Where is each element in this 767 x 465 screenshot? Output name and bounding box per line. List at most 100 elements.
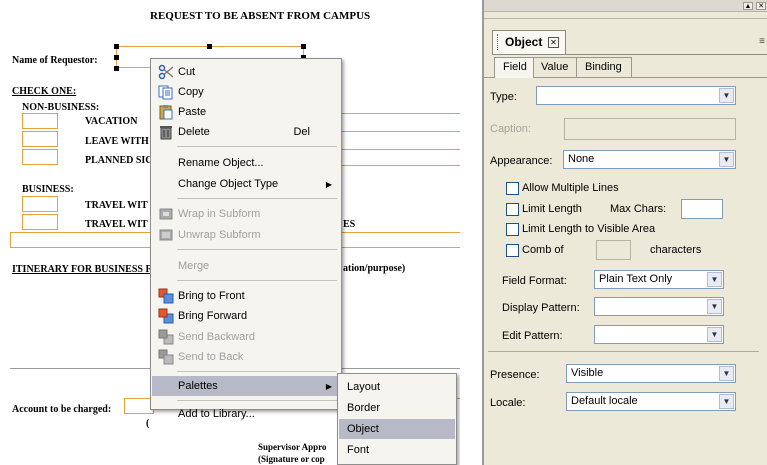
travel-label-1: TRAVEL WIT [85,200,148,211]
allow-multiple-lines-checkbox[interactable] [506,182,519,195]
selection-handle[interactable] [114,44,119,49]
dropdown-arrow-icon[interactable]: ▼ [719,88,734,103]
limit-visible-checkbox[interactable] [506,223,519,236]
menu-item-cut[interactable]: Cut [152,62,340,82]
menu-label: Layout [347,381,381,393]
display-pattern-select[interactable]: ▼ [594,297,724,316]
menu-label: Delete [178,126,210,138]
menu-separator [177,280,337,281]
send-back-icon [158,349,174,365]
send-backward-icon [158,329,174,345]
close-tab-icon[interactable]: ✕ [548,37,559,48]
menu-label: Font [347,444,370,456]
leave-label: LEAVE WITH [85,136,149,147]
dropdown-arrow-icon[interactable]: ▼ [707,272,722,287]
menu-item-bring-forward[interactable]: Bring Forward [152,306,340,326]
limit-visible-label: Limit Length to Visible Area [522,223,656,235]
account-note: ( [146,418,150,429]
account-label: Account to be charged: [12,404,112,415]
field-line [342,113,460,114]
selection-handle[interactable] [301,44,306,49]
vacation-label: VACATION [85,116,138,127]
presence-select[interactable]: Visible ▼ [566,364,736,383]
type-label: Type: [490,91,517,103]
palette-menu-icon[interactable]: ≡ [759,36,765,47]
palette-title-bar[interactable] [484,0,767,12]
edit-pattern-select[interactable]: ▼ [594,325,724,344]
caption-field [564,118,736,140]
menu-label: Bring to Front [178,290,245,302]
comb-of-checkbox[interactable] [506,244,519,257]
shortcut-label: Del [293,126,310,138]
selection-handle[interactable] [114,66,119,71]
unwrap-icon [159,229,173,241]
vacation-checkbox[interactable] [22,113,58,129]
check-one-label: CHECK ONE: [12,86,77,97]
dropdown-arrow-icon[interactable]: ▼ [707,299,722,314]
tab-value[interactable]: Value [532,57,578,77]
menu-item-wrap-subform: Wrap in Subform [152,204,340,224]
menu-item-bring-front[interactable]: Bring to Front [152,286,340,306]
max-chars-field[interactable] [681,199,723,219]
palettes-submenu: Layout Border Object Font [337,373,457,465]
menu-label: Paste [178,106,207,118]
leave-checkbox[interactable] [22,131,58,147]
selection-handle[interactable] [114,55,119,60]
menu-item-paste[interactable]: Paste [152,102,340,122]
selection-handle[interactable] [207,44,212,49]
field-line [342,165,460,166]
travel-label-suffix: ES [343,219,356,230]
planned-sick-label: PLANNED SIC [85,155,153,166]
field-format-value: Plain Text Only [599,273,673,285]
palette-title: Object [505,35,543,49]
field-line [342,149,460,150]
display-pattern-label: Display Pattern: [502,302,580,314]
menu-item-unwrap-subform: Unwrap Subform [152,225,340,245]
menu-separator [177,249,337,250]
menu-label: Wrap in Subform [178,208,261,220]
close-icon[interactable]: ✕ [756,2,766,10]
menu-item-send-backward: Send Backward [152,327,340,347]
tab-binding[interactable]: Binding [576,57,632,77]
limit-length-checkbox[interactable] [506,203,519,216]
dropdown-arrow-icon[interactable]: ▼ [719,152,734,167]
dropdown-arrow-icon[interactable]: ▼ [719,394,734,409]
section-divider [488,351,759,352]
submenu-item-font[interactable]: Font [339,440,455,460]
field-format-select[interactable]: Plain Text Only ▼ [594,270,724,289]
menu-label: Palettes [178,380,218,392]
submenu-item-layout[interactable]: Layout [339,377,455,397]
comb-of-label: Comb of [522,244,564,256]
menu-item-change-type[interactable]: Change Object Type ▶ [152,174,340,194]
collapse-icon[interactable]: ▲ [743,2,753,10]
dropdown-arrow-icon[interactable]: ▼ [707,327,722,342]
menu-item-rename[interactable]: Rename Object... [152,153,340,173]
menu-item-copy[interactable]: Copy [152,82,340,102]
locale-select[interactable]: Default locale ▼ [566,392,736,411]
grip-icon[interactable] [497,34,499,50]
tab-field[interactable]: Field [494,57,534,78]
tab-label: Binding [585,61,622,73]
menu-label: Merge [178,260,210,272]
menu-separator [177,400,337,401]
travel-checkbox-1[interactable] [22,196,58,212]
delete-icon [160,126,172,140]
appearance-select[interactable]: None ▼ [563,150,736,169]
menu-label: Cut [178,66,196,78]
dropdown-arrow-icon[interactable]: ▼ [719,366,734,381]
name-label: Name of Requestor: [12,55,98,66]
tab-label: Value [541,61,569,73]
type-select[interactable]: ▼ [536,86,736,105]
submenu-item-border[interactable]: Border [339,398,455,418]
menu-label: Send Backward [178,331,256,343]
travel-checkbox-2[interactable] [22,214,58,230]
palette-tab-object[interactable]: Object ✕ [492,30,566,54]
submenu-item-object[interactable]: Object [339,419,455,439]
menu-label: Border [347,402,381,414]
max-chars-label: Max Chars: [610,203,667,215]
menu-item-add-library[interactable]: Add to Library... [152,405,340,423]
menu-item-palettes[interactable]: Palettes ▶ [152,376,340,396]
limit-length-label: Limit Length [522,203,582,215]
planned-sick-checkbox[interactable] [22,149,58,165]
menu-item-delete[interactable]: Delete Del [152,122,340,142]
